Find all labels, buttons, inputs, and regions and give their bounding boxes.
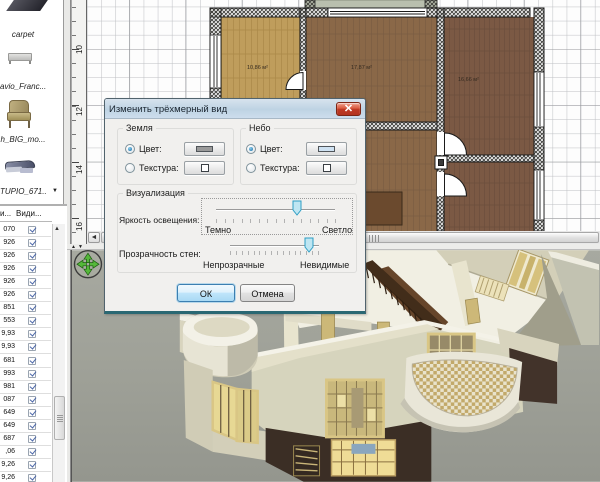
svg-text:17,87 м²: 17,87 м²	[351, 65, 372, 71]
svg-text:10,86 м²: 10,86 м²	[247, 65, 268, 71]
svg-text:16,66 м²: 16,66 м²	[458, 77, 479, 83]
